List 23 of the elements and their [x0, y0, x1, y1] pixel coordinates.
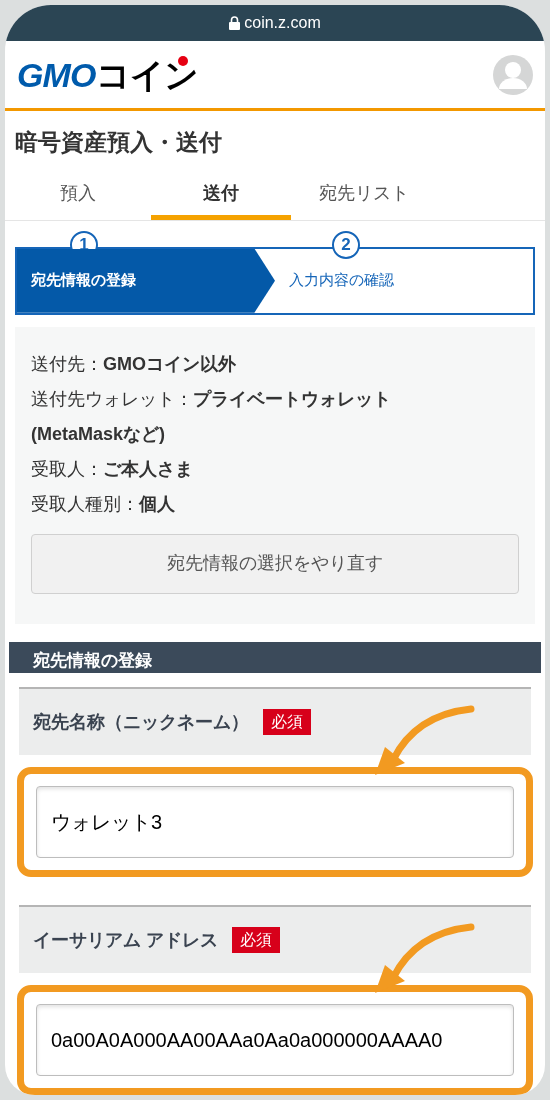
lock-icon: [229, 16, 241, 30]
page-title: 暗号資産預入・送付: [14, 128, 223, 157]
field-label: 宛先名称（ニックネーム）: [33, 710, 249, 734]
step-number: 2: [332, 230, 360, 259]
summary-row-text: 受取人種別：個人: [31, 492, 176, 516]
summary-row-text: 送付先：GMOコイン以外: [31, 352, 237, 376]
url-text: coin.z.com: [244, 13, 321, 33]
summary-row-text: 送付先ウォレット：プライベートウォレット(MetaMaskなど): [31, 387, 392, 446]
summary-row-text: 受取人：ご本人さま: [31, 457, 194, 481]
reselect-button[interactable]: 宛先情報の選択をやり直す: [31, 533, 519, 594]
tab[interactable]: 送付: [151, 179, 291, 220]
step: 宛先情報の登録: [17, 248, 275, 313]
logo[interactable]: GMOコイン: [17, 57, 199, 92]
tab[interactable]: 宛先リスト: [294, 179, 434, 220]
avatar-icon[interactable]: [493, 54, 533, 95]
address-bar[interactable]: coin.z.com: [5, 5, 545, 41]
required-badge: 必須: [263, 709, 311, 735]
required-badge: 必須: [232, 927, 280, 953]
section-header: 宛先情報の登録: [9, 641, 541, 673]
tab[interactable]: 預入: [8, 179, 148, 220]
text-field[interactable]: ウォレット3: [36, 786, 514, 858]
field-label: イーサリアム アドレス: [33, 928, 218, 952]
text-field[interactable]: 0a00A0A000AA00AAa0Aa0a000000AAAA0: [36, 1004, 514, 1076]
